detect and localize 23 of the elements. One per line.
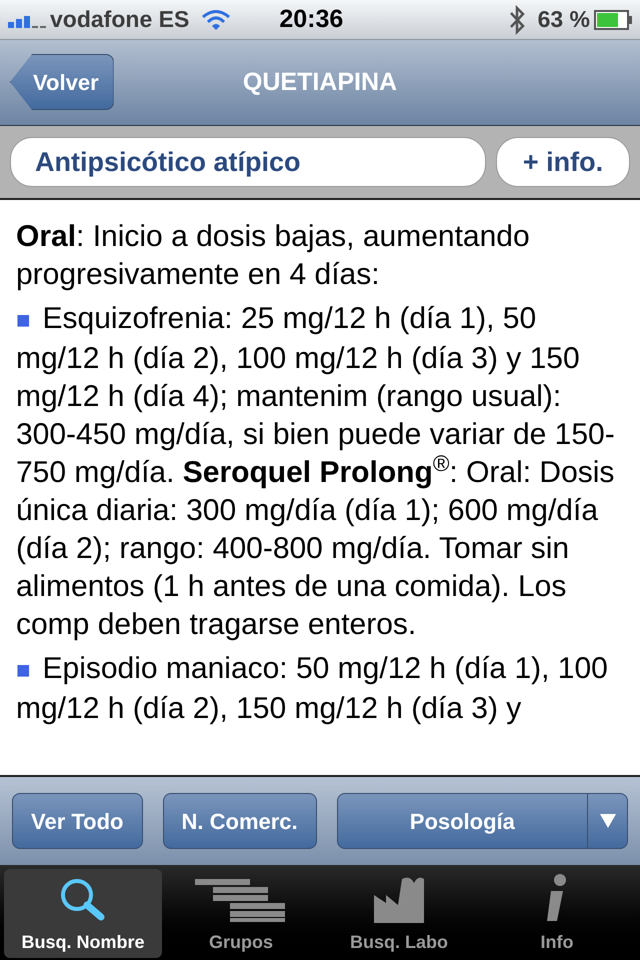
dosage-text: ■ Episodio maniaco: 50 mg/12 h (día 1), 100 mg/12 h (día 2), 150 mg/12 h (día 3) y xyxy=(16,651,609,727)
back-button[interactable]: Volver xyxy=(10,54,114,110)
toolbar-button[interactable]: N. Comerc. xyxy=(162,793,317,849)
stacked-bars-icon xyxy=(195,877,287,923)
carrier-name: vodafone ES xyxy=(50,5,190,34)
drug-group-field: Antipsicótico atípico xyxy=(10,137,486,187)
tab-bar-item[interactable]: Busq. Nombre xyxy=(4,869,162,958)
battery-icon xyxy=(594,10,632,30)
info-icon xyxy=(545,873,569,923)
bluetooth-icon xyxy=(508,4,526,34)
caret-icon xyxy=(600,814,616,828)
tab-bar-item[interactable]: Grupos xyxy=(162,869,320,958)
screen-title: QUETIAPINA xyxy=(242,66,398,98)
section-dropdown[interactable]: Posología xyxy=(336,793,628,849)
dosage-text: Oral: Inicio a dosis bajas, aumentando progresivamente en 4 días: xyxy=(16,219,531,293)
clock: 20:36 xyxy=(279,4,344,35)
wifi-icon xyxy=(201,8,232,30)
tab-bar-item[interactable]: Info xyxy=(478,869,636,958)
dosage-text: ■ Esquizofrenia: 25 mg/12 h (día 1), 50 mg/12 h (día 2), 100 mg/12 h (día 3) y 150 mg/12 h (día 4); mantenim (rango usual): 300-450 mg/día, si bien puede variar de 150-750 mg/día. Seroquel Prolong$^{®}$: Oral: Dosis única diaria: 300 mg/día (día 1); 600 mg/día (día 2); rango: 400-800 mg/día. Tomar sin alimentos (1 h antes de una comida). Los comp deben tragarse enteros. xyxy=(16,301,616,643)
more-info-button[interactable]: + info. xyxy=(496,137,630,187)
tab-bar-item[interactable]: Busq. Labo xyxy=(320,869,478,958)
toolbar-button[interactable]: Ver Todo xyxy=(12,793,142,849)
battery-percent: 63 % xyxy=(538,5,590,34)
